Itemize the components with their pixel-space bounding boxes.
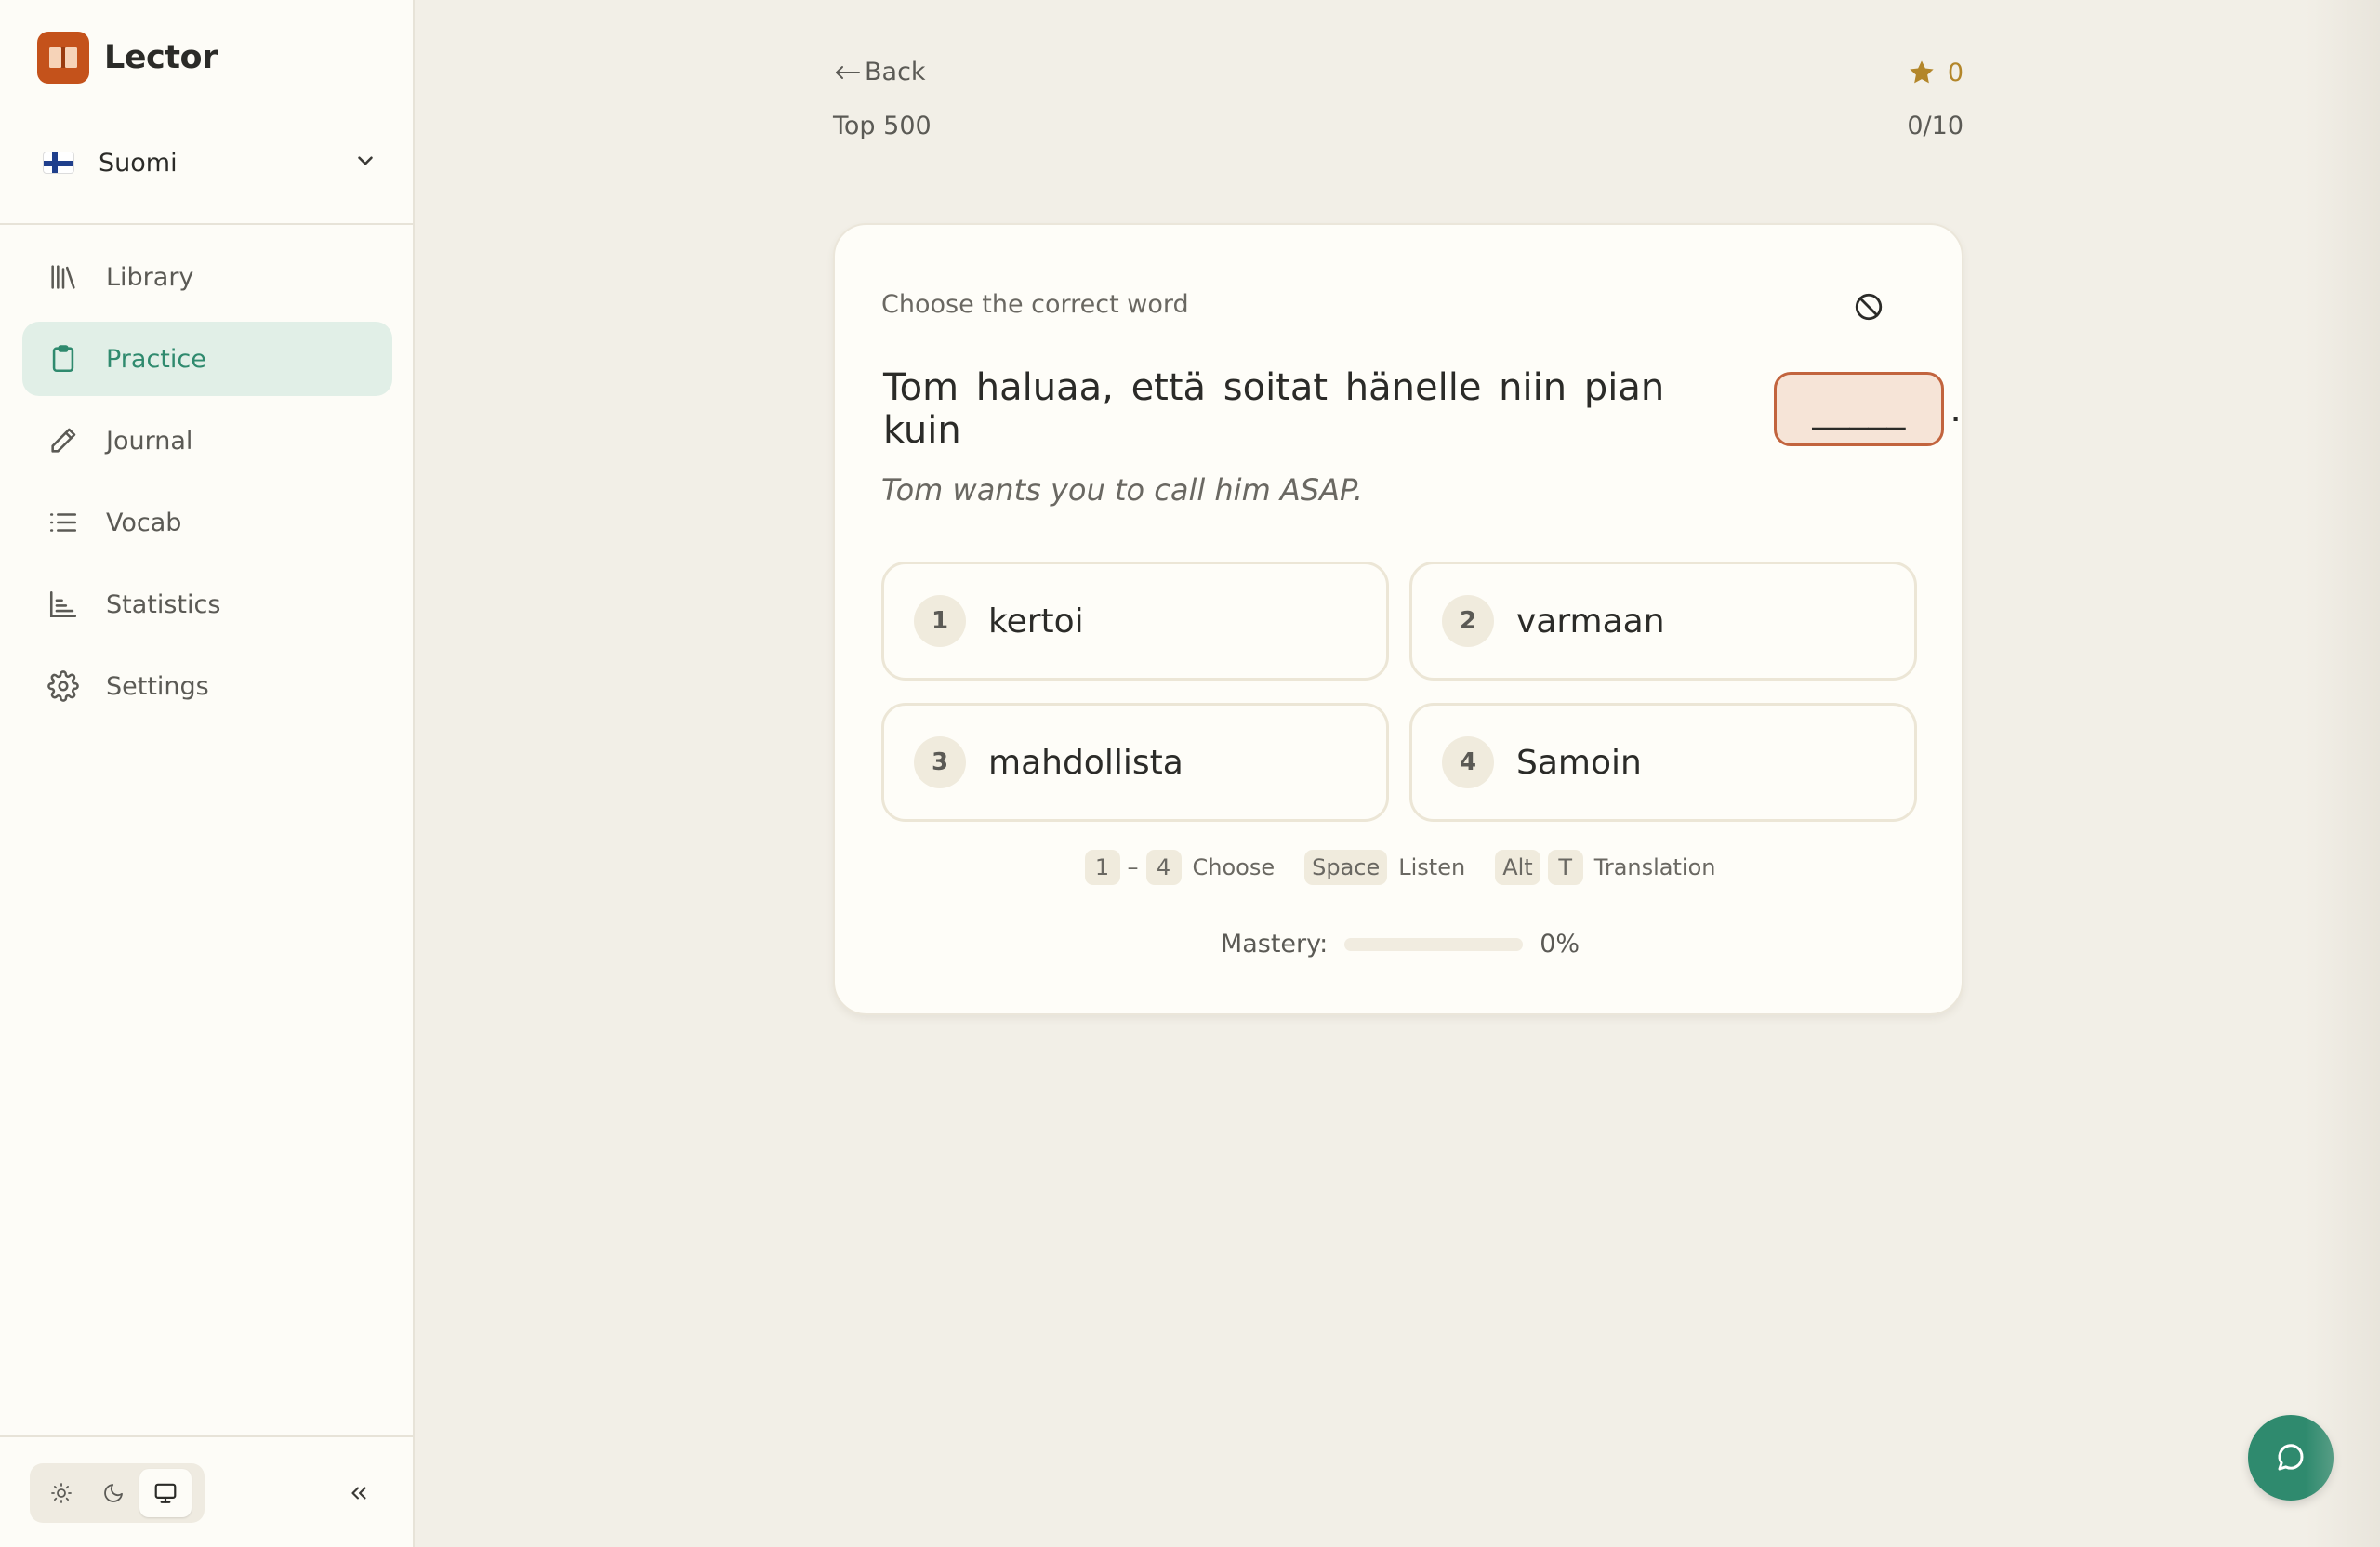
bar-chart-icon: [45, 586, 82, 623]
star-icon: [1910, 60, 1934, 84]
exercise-card: Choose the correct word Tom haluaa, että…: [833, 223, 1964, 1015]
deck-name: Top 500: [833, 112, 932, 140]
language-name: Suomi: [99, 148, 178, 178]
back-button[interactable]: Back: [833, 58, 926, 86]
score: 0: [1907, 58, 1964, 87]
option-label: mahdollista: [988, 743, 1183, 782]
sidebar-item-label: Statistics: [106, 589, 221, 619]
theme-system-button[interactable]: [139, 1469, 192, 1517]
kbd-range-separator: –: [1127, 854, 1139, 880]
theme-dark-button[interactable]: [87, 1469, 139, 1517]
chat-button[interactable]: [2248, 1415, 2334, 1501]
pencil-icon: [45, 422, 82, 459]
sentence-text: Tom haluaa, että soitat hänelle niin pia…: [883, 366, 1665, 452]
sidebar-item-label: Settings: [106, 671, 209, 701]
option-3-button[interactable]: 3 mahdollista: [881, 703, 1389, 822]
sidebar-nav: Library Practice Journal Vocab Statistic…: [22, 240, 392, 731]
keyboard-hints: 1 – 4 Choose Space Listen Alt T Translat…: [835, 850, 1965, 885]
sidebar-item-statistics[interactable]: Statistics: [22, 567, 392, 641]
sidebar-divider: [0, 223, 415, 225]
sidebar-item-label: Vocab: [106, 508, 182, 537]
sidebar-footer-divider: [0, 1435, 415, 1437]
option-number: 1: [914, 595, 966, 647]
score-value: 0: [1947, 58, 1964, 87]
kbd-1: 1: [1084, 850, 1120, 885]
sidebar-item-label: Journal: [106, 426, 193, 456]
message-circle-icon: [2278, 1444, 2304, 1471]
option-label: Samoin: [1516, 743, 1642, 782]
kbd-t: T: [1547, 850, 1583, 885]
kbd-space: Space: [1304, 850, 1388, 885]
skip-word-button[interactable]: [1850, 288, 1887, 325]
clipboard-icon: [45, 340, 82, 377]
back-label: Back: [865, 58, 926, 86]
monitor-icon: [154, 1483, 177, 1503]
theme-light-button[interactable]: [35, 1469, 87, 1517]
option-label: varmaan: [1516, 602, 1665, 641]
gear-icon: [45, 668, 82, 705]
option-number: 4: [1442, 736, 1494, 788]
sidebar-item-library[interactable]: Library: [22, 240, 392, 314]
progress-count: 0/10: [1907, 112, 1964, 140]
sentence-period: .: [1950, 388, 1962, 430]
collapse-sidebar-button[interactable]: [340, 1474, 377, 1512]
hint-listen: Listen: [1398, 854, 1466, 880]
option-2-button[interactable]: 2 varmaan: [1409, 562, 1917, 681]
option-4-button[interactable]: 4 Samoin: [1409, 703, 1917, 822]
moon-icon: [104, 1484, 123, 1502]
sidebar-item-settings[interactable]: Settings: [22, 649, 392, 723]
sidebar-item-label: Practice: [106, 344, 206, 374]
sidebar-item-practice[interactable]: Practice: [22, 322, 392, 396]
kbd-4: 4: [1145, 850, 1182, 885]
option-number: 2: [1442, 595, 1494, 647]
option-label: kertoi: [988, 602, 1084, 641]
mastery: Mastery: 0%: [835, 930, 1965, 959]
sun-icon: [51, 1483, 72, 1503]
sidebar-item-label: Library: [106, 262, 194, 292]
library-icon: [45, 258, 82, 296]
sidebar-item-journal[interactable]: Journal: [22, 403, 392, 478]
exercise-sentence: Tom haluaa, että soitat hänelle niin pia…: [883, 366, 1962, 452]
arrow-left-icon: [836, 65, 860, 79]
edge-shade: [2306, 0, 2380, 1547]
sentence-translation: Tom wants you to call him ASAP.: [881, 472, 1364, 508]
option-1-button[interactable]: 1 kertoi: [881, 562, 1389, 681]
chevrons-left-icon: [351, 1487, 366, 1500]
exercise-prompt: Choose the correct word: [881, 290, 1189, 319]
answer-blank: _____: [1773, 372, 1945, 446]
book-logo-icon: [37, 32, 89, 84]
list-icon: [45, 504, 82, 541]
mastery-value: 0%: [1540, 930, 1580, 959]
sidebar: Lector Suomi Library Practice Journal Vo…: [0, 0, 415, 1547]
mastery-bar: [1344, 937, 1524, 951]
app-name: Lector: [104, 39, 218, 76]
option-number: 3: [914, 736, 966, 788]
hint-choose: Choose: [1192, 854, 1276, 880]
language-selector[interactable]: Suomi: [43, 141, 377, 184]
ban-icon: [1855, 293, 1883, 321]
chevron-down-icon: [353, 149, 377, 177]
brand[interactable]: Lector: [37, 32, 218, 84]
finland-flag-icon: [43, 152, 74, 174]
kbd-alt: Alt: [1495, 850, 1540, 885]
mastery-label: Mastery:: [1220, 930, 1329, 959]
hint-translation: Translation: [1593, 854, 1716, 880]
theme-switcher: [30, 1463, 205, 1523]
sidebar-item-vocab[interactable]: Vocab: [22, 485, 392, 560]
